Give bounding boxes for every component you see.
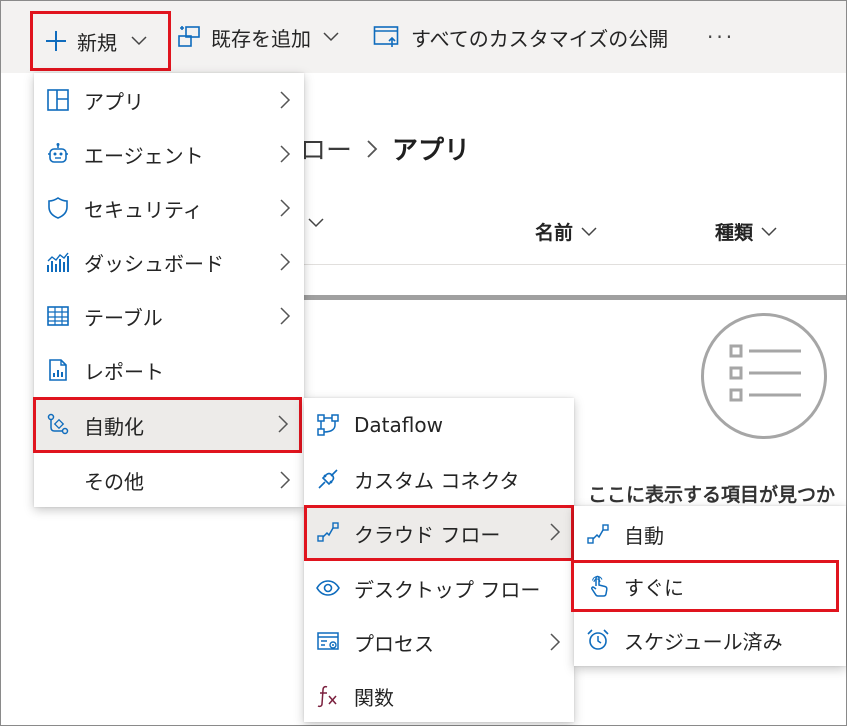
column-header-type-label: 種類 [715,222,754,244]
chevron-right-icon [278,251,292,273]
add-existing-icon [177,25,203,49]
menu-item-label: 関数 [354,685,394,710]
menu-item-function[interactable]: 関数 [304,669,574,723]
automation-submenu: Dataflow カスタム コネクタ クラウド フロー デスクトップ フロー プ… [304,398,574,722]
menu-item-app[interactable]: アプリ [34,73,304,127]
menu-item-label: プロセス [354,631,434,656]
menu-item-label: ダッシュボード [84,251,224,276]
report-icon [46,358,70,382]
menu-item-label: レポート [84,359,164,384]
menu-item-label: エージェント [84,143,204,168]
menu-item-security[interactable]: セキュリティ [34,181,304,235]
publish-label: すべてのカスタマイズの公開 [411,26,669,51]
new-menu: アプリ エージェント セキュリティ ダッシュボード テーブル レポート 自動化 … [33,73,304,507]
menu-item-scheduled[interactable]: スケジュール済み [574,613,846,667]
connector-plug-icon [316,467,340,491]
menu-item-label: クラウド フロー [354,522,501,547]
publish-icon [373,25,401,49]
touch-icon [586,574,610,598]
breadcrumb: ロー アプリ [300,130,470,167]
publish-all-button[interactable]: すべてのカスタマイズの公開 [373,1,668,73]
page-title: アプリ [392,136,471,166]
chevron-right-icon [276,413,290,435]
flow-icon [586,522,610,546]
breadcrumb-prev[interactable]: ロー [300,130,352,167]
dashboard-chart-icon [46,250,70,274]
chevron-down-icon [131,36,147,46]
alarm-clock-icon [586,628,610,652]
chevron-right-icon [278,143,292,165]
chevron-down-icon [308,218,324,228]
automation-flow-icon [46,412,70,436]
cloud-flow-submenu: 自動 すぐに スケジュール済み [571,506,846,667]
chevron-right-icon [278,89,292,111]
menu-item-table[interactable]: テーブル [34,289,304,343]
column-header-name-label: 名前 [535,222,574,244]
add-existing-label: 既存を追加 [211,26,311,51]
chevron-down-icon [323,32,339,42]
menu-item-instant[interactable]: すぐに [571,560,839,612]
menu-item-label: テーブル [84,305,163,330]
command-bar: 新規 既存を追加 すべてのカスタマイズの公開 ··· [1,1,846,73]
table-icon [46,304,70,328]
new-button[interactable]: 新規 [30,11,171,71]
chevron-right-icon [548,521,562,543]
menu-item-report[interactable]: レポート [34,343,304,397]
menu-item-custom-connector[interactable]: カスタム コネクタ [304,452,574,506]
new-button-label: 新規 [77,30,117,55]
chevron-right-icon [278,305,292,327]
process-icon [316,630,340,654]
more-commands-button[interactable]: ··· [707,1,735,73]
menu-item-label: セキュリティ [84,197,203,222]
empty-state-message: ここに表示する項目が見つか [588,484,836,506]
menu-item-label: カスタム コネクタ [354,468,520,493]
menu-item-label: 自動 [624,523,664,548]
menu-item-label: その他 [84,469,144,494]
chevron-down-icon [761,226,777,237]
menu-item-automated[interactable]: 自動 [574,507,846,561]
plus-icon [45,30,67,52]
add-existing-button[interactable]: 既存を追加 [177,1,339,73]
menu-item-dashboard[interactable]: ダッシュボード [34,235,304,289]
function-fx-icon [316,684,340,708]
menu-item-label: スケジュール済み [624,629,783,654]
menu-item-dataflow[interactable]: Dataflow [304,398,574,452]
shield-icon [46,196,70,220]
loading-bar [300,295,846,300]
app-grid-icon [46,88,70,112]
menu-item-desktop-flow[interactable]: デスクトップ フロー [304,561,574,615]
dataflow-icon [316,413,340,437]
empty-list-icon [701,313,827,439]
menu-item-label: Dataflow [354,413,443,437]
menu-item-label: すぐに [624,575,684,600]
menu-item-agent[interactable]: エージェント [34,127,304,181]
column-header-name[interactable]: 名前 [535,218,597,245]
chevron-right-icon [278,469,292,491]
menu-item-label: デスクトップ フロー [354,577,541,602]
bot-icon [46,142,70,166]
eye-icon [316,576,340,600]
menu-item-label: アプリ [84,89,144,114]
more-icon: ··· [707,25,736,49]
menu-item-automation[interactable]: 自動化 [33,397,302,453]
chevron-down-icon [581,226,597,237]
breadcrumb-separator-icon [366,139,378,159]
menu-item-label: 自動化 [84,414,144,439]
chevron-right-icon [548,631,562,653]
cloud-flow-icon [316,520,340,544]
column-header-type[interactable]: 種類 [715,218,777,245]
chevron-right-icon [278,197,292,219]
menu-item-process[interactable]: プロセス [304,615,574,669]
menu-item-cloud-flow[interactable]: クラウド フロー [304,505,574,561]
menu-item-other[interactable]: その他 [34,453,304,507]
header-divider [300,264,846,265]
